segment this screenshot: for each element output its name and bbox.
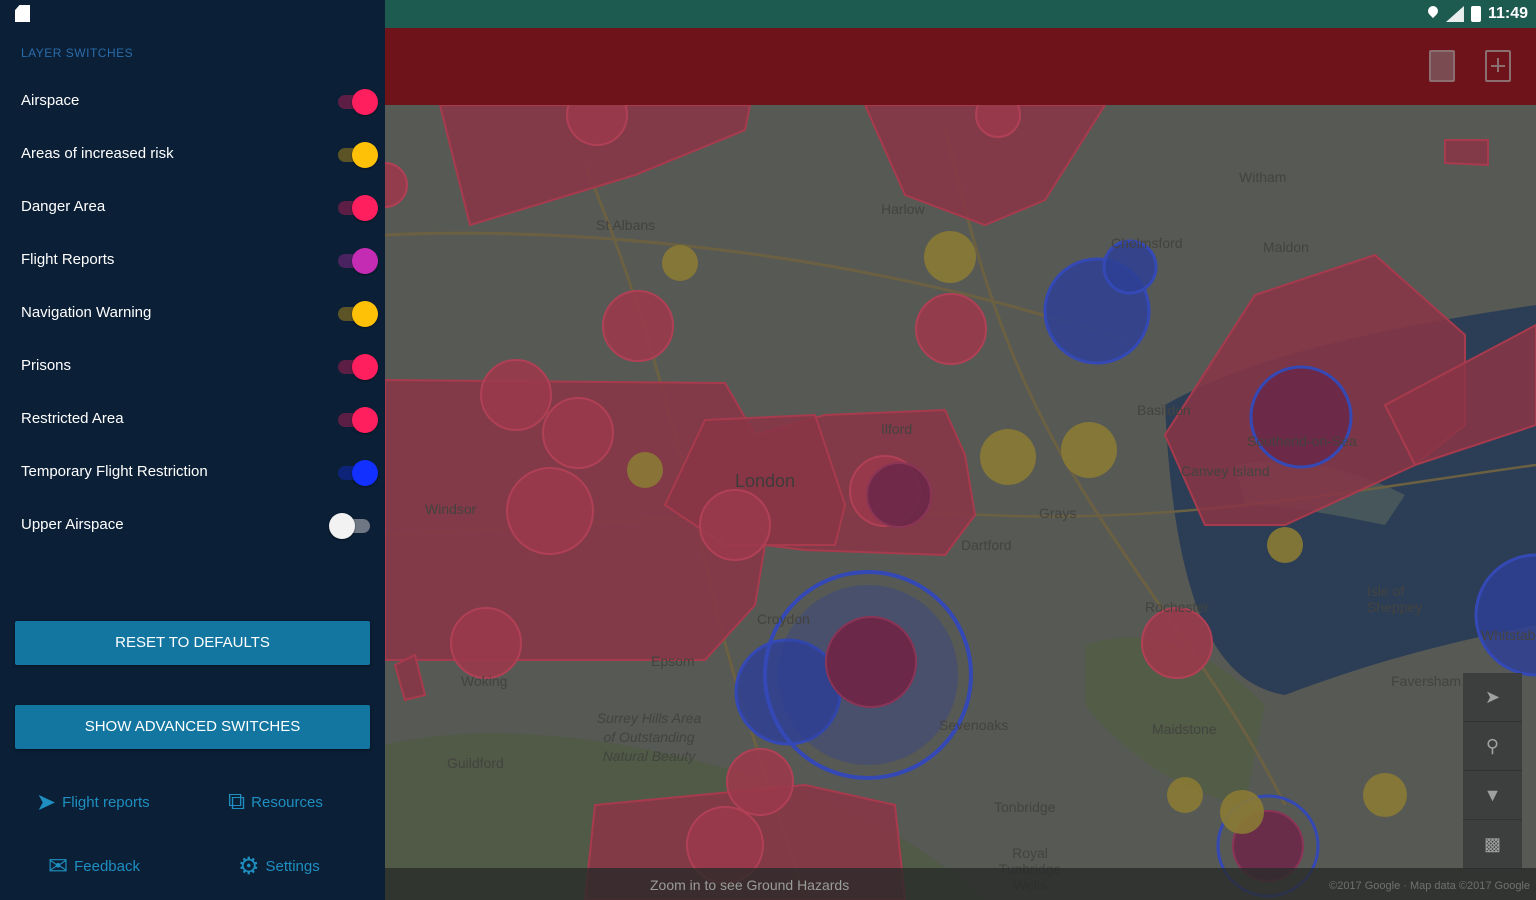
switch-row-airspace[interactable]: Airspace xyxy=(0,76,385,129)
locate-icon[interactable]: ➤ xyxy=(1463,673,1522,722)
bookmark-icon[interactable] xyxy=(1429,50,1455,82)
hazard-message: Zoom in to see Ground Hazards xyxy=(650,877,850,893)
map-controls: ➤ ⚲ ▼ ▩ xyxy=(1463,673,1522,869)
airspace-toggle[interactable] xyxy=(338,89,378,115)
switch-row-navigation-warning[interactable]: Navigation Warning xyxy=(0,288,385,341)
switch-row-prisons[interactable]: Prisons xyxy=(0,341,385,394)
map-label: Ilford xyxy=(881,421,913,437)
map-label: Epsom xyxy=(651,653,695,669)
resources-label: Resources xyxy=(251,793,323,811)
flight-reports-toggle[interactable] xyxy=(338,248,378,274)
switch-row-tfr[interactable]: Temporary Flight Restriction xyxy=(0,447,385,500)
status-time: 11:49 xyxy=(1487,5,1528,22)
map-label: Surrey Hills Area of Outstanding Natural… xyxy=(596,710,702,764)
switch-label: Areas of increased risk xyxy=(21,145,174,162)
layer-sidebar: Layer switches Airspace Areas of increas… xyxy=(0,28,385,900)
external-link-icon: ⧉ xyxy=(228,788,246,815)
filter-icon[interactable]: ▼ xyxy=(1463,771,1522,820)
map-label: Guildford xyxy=(447,755,504,771)
map-label: Dartford xyxy=(961,537,1012,553)
section-label: Layer switches xyxy=(21,46,134,60)
sd-card-icon xyxy=(15,5,30,22)
toggle-knob xyxy=(352,301,378,327)
hazard-bar: Zoom in to see Ground Hazards ©2017 Goog… xyxy=(385,868,1536,900)
switch-row-restricted[interactable]: Restricted Area xyxy=(0,394,385,447)
switch-row-risk[interactable]: Areas of increased risk xyxy=(0,129,385,182)
map-label: Woking xyxy=(461,673,508,689)
settings-label: Settings xyxy=(265,858,320,875)
map-view[interactable]: St Albans Harlow Witham Chelmsford Maldo… xyxy=(385,105,1536,900)
risk-toggle[interactable] xyxy=(338,142,378,168)
switch-row-upper-airspace[interactable]: Upper Airspace xyxy=(0,500,385,553)
map-label: St Albans xyxy=(596,217,656,233)
upper-airspace-toggle[interactable] xyxy=(329,513,370,539)
restricted-toggle[interactable] xyxy=(338,407,378,433)
flight-reports-link[interactable]: ➤ Flight reports xyxy=(36,788,150,817)
feedback-label: Feedback xyxy=(74,858,140,875)
layers-icon[interactable]: ▩ xyxy=(1463,820,1522,869)
advanced-switches-button[interactable]: Show advanced switches xyxy=(15,705,370,749)
settings-link[interactable]: ⚙ Settings xyxy=(238,852,320,881)
map-label: London xyxy=(735,471,796,491)
map-label: Grays xyxy=(1039,505,1077,521)
switch-label: Restricted Area xyxy=(21,410,124,427)
app-window: 11:49 St Albans Harlow Witham Chelmsford… xyxy=(0,0,1536,900)
flight-reports-label: Flight reports xyxy=(62,794,150,811)
map-label: Harlow xyxy=(881,201,925,217)
switch-label: Prisons xyxy=(21,357,72,374)
navigation-warning-toggle[interactable] xyxy=(338,301,378,327)
toggle-knob xyxy=(352,248,378,274)
map-label: Chelmsford xyxy=(1111,235,1183,251)
toggle-knob xyxy=(352,89,378,115)
toggle-knob xyxy=(352,195,378,221)
map-label: Basildon xyxy=(1137,402,1191,418)
feedback-link[interactable]: ✉ Feedback xyxy=(48,852,140,881)
toggle-knob xyxy=(352,354,378,380)
location-icon xyxy=(1427,6,1439,22)
switch-label: Upper Airspace xyxy=(21,516,124,533)
map-label: Witham xyxy=(1239,169,1287,185)
switch-label: Airspace xyxy=(21,92,80,109)
resources-link[interactable]: ⧉ Resources xyxy=(228,788,323,816)
chat-icon: ✉ xyxy=(48,853,69,880)
map-label: Southend-on-Sea xyxy=(1247,433,1357,449)
map-label: Tonbridge xyxy=(994,799,1056,815)
app-toolbar xyxy=(385,28,1536,105)
status-bar: 11:49 xyxy=(0,0,1536,28)
map-copyright: ©2017 Google · Map data ©2017 Google xyxy=(1329,880,1530,892)
map-label: Croydon xyxy=(757,611,810,627)
map-canvas xyxy=(385,105,1536,900)
add-report-icon[interactable] xyxy=(1485,50,1511,82)
map-label: Faversham xyxy=(1391,673,1462,689)
switch-label: Flight Reports xyxy=(21,251,115,268)
map-label: Rochester xyxy=(1145,599,1209,615)
battery-icon xyxy=(1470,6,1481,22)
map-label: Windsor xyxy=(425,501,477,517)
switch-row-danger[interactable]: Danger Area xyxy=(0,182,385,235)
switch-row-flight-reports[interactable]: Flight Reports xyxy=(0,235,385,288)
map-label: Whitstable xyxy=(1481,627,1536,643)
reset-defaults-button[interactable]: Reset to defaults xyxy=(15,621,370,665)
search-icon[interactable]: ⚲ xyxy=(1463,722,1522,771)
map-label: Isle of Sheppey xyxy=(1367,583,1423,615)
switch-label: Danger Area xyxy=(21,198,106,215)
toggle-knob xyxy=(329,513,355,539)
switch-label: Navigation Warning xyxy=(21,304,152,321)
map-label: Maldon xyxy=(1263,239,1309,255)
toggle-knob xyxy=(352,407,378,433)
map-label: Sevenoaks xyxy=(939,717,1009,733)
paper-plane-icon: ➤ xyxy=(36,789,57,816)
switch-label: Temporary Flight Restriction xyxy=(21,463,208,480)
gear-icon: ⚙ xyxy=(238,853,260,880)
danger-toggle[interactable] xyxy=(338,195,378,221)
toggle-knob xyxy=(352,142,378,168)
prisons-toggle[interactable] xyxy=(338,354,378,380)
map-label: Canvey Island xyxy=(1181,463,1270,479)
tfr-toggle[interactable] xyxy=(338,460,378,486)
toggle-knob xyxy=(352,460,378,486)
signal-icon xyxy=(1445,6,1464,22)
map-label: Maidstone xyxy=(1152,721,1217,737)
